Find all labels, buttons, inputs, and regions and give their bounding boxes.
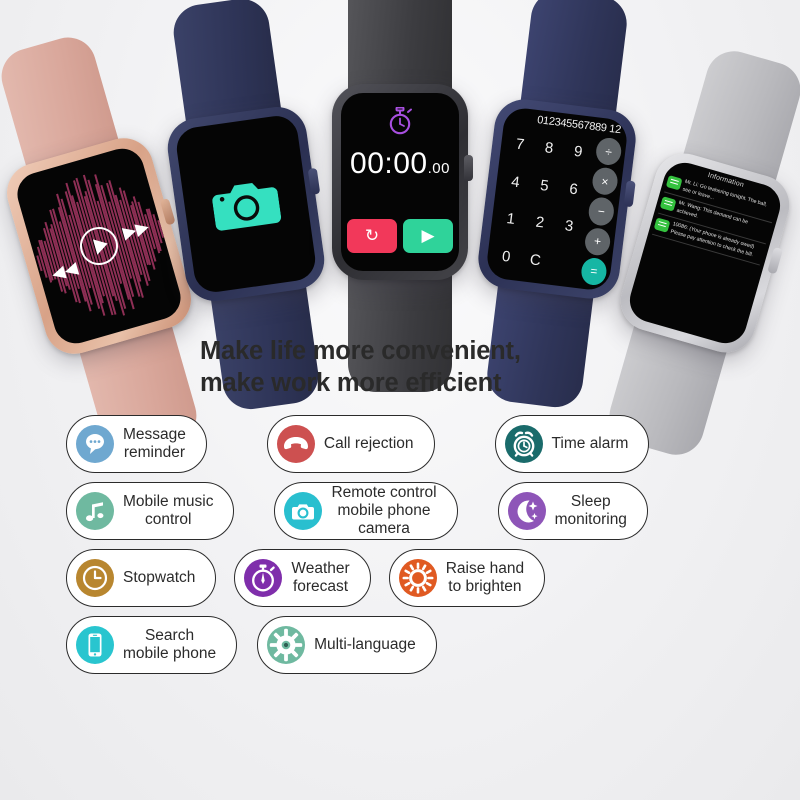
feature-label: Search mobile phone [123, 626, 217, 662]
camera-icon [284, 492, 323, 530]
calc-key-8[interactable]: 8 [532, 128, 566, 169]
calc-operator-=[interactable]: = [579, 256, 609, 287]
message-watch: Information Mr. Li: Go teahering tonight… [602, 44, 800, 462]
clock-icon [76, 559, 114, 597]
camera-icon [210, 175, 282, 234]
feature-label: Multi-language [314, 635, 416, 653]
previous-track-icon[interactable]: ◀◀ [49, 258, 79, 283]
phone-hangup-icon [276, 425, 315, 463]
feature-label: Weather forecast [291, 559, 350, 595]
brightness-sun-icon [398, 559, 437, 597]
watch-crown[interactable] [307, 168, 321, 196]
music-watch: ◀◀ ▶▶ [0, 30, 204, 462]
calc-key-0[interactable]: 0 [489, 236, 523, 277]
calc-operator-×[interactable]: × [590, 166, 620, 197]
timer-reset-button[interactable]: ↻ [347, 219, 397, 253]
calculator-keypad[interactable]: 7894561230C [489, 124, 595, 284]
page-headline: Make life more convenient, make work mor… [200, 336, 630, 400]
message-bubble-icon [659, 196, 677, 212]
moon-stars-icon [507, 492, 546, 530]
stopwatch-icon [244, 559, 283, 597]
feature-badge-remote-control-mobile-phone-camera[interactable]: Remote control mobile phone camera [274, 482, 458, 540]
feature-badge-mobile-music-control[interactable]: Mobile music control [66, 482, 235, 540]
music-note-icon [76, 492, 114, 530]
calculator-watch: 012345567889 12 7894561230C ÷ × − + = [474, 0, 640, 411]
watch-screen-messages[interactable]: Information Mr. Li: Go teahering tonight… [624, 157, 786, 349]
calc-key-C[interactable]: C [519, 240, 553, 281]
feature-label: Stopwatch [123, 568, 196, 586]
watch-crown[interactable] [767, 246, 784, 274]
calc-key-6[interactable]: 6 [557, 169, 591, 210]
watch-screen-music[interactable]: ◀◀ ▶▶ [12, 143, 186, 349]
next-track-icon[interactable]: ▶▶ [121, 217, 151, 242]
timer-watch: 00:00.00 ↻ ▶ [332, 0, 473, 392]
feature-row-3: Stopwatch Weather forecast Raise hand to b… [0, 549, 800, 607]
feature-label: Message reminder [123, 425, 186, 461]
timer-main: 00:00 [350, 147, 428, 180]
stopwatch-icon [387, 107, 413, 135]
feature-label: Mobile music control [123, 492, 214, 528]
timer-centiseconds: .00 [427, 160, 450, 177]
music-controls: ◀◀ ▶▶ [12, 143, 185, 348]
feature-badge-time-alarm[interactable]: Time alarm [494, 415, 650, 473]
message-bubble-icon [665, 175, 683, 191]
feature-label: Raise hand to brighten [445, 559, 525, 595]
headline-line-2: make work more efficient [200, 368, 502, 397]
feature-badge-weather-forecast[interactable]: Weather forecast [234, 549, 371, 607]
feature-badge-message-reminder[interactable]: Message reminder [66, 415, 207, 473]
feature-badge-call-rejection[interactable]: Call rejection [266, 415, 435, 473]
product-feature-poster: ◀◀ ▶▶ 00:00.00 ↻ ▶ 012345567889 12 7 8 9… [0, 0, 800, 800]
calc-operator-+[interactable]: + [583, 226, 612, 257]
watch-screen-camera[interactable] [174, 113, 318, 295]
feature-row-4: Search mobile phone Multi-language [0, 616, 800, 674]
feature-badge-multi-language[interactable]: Multi-language [257, 616, 437, 674]
timer-start-button[interactable]: ▶ [403, 219, 453, 253]
feature-badge-grid: Message reminder Call rejection Time alarm… [0, 415, 800, 683]
feature-row-1: Message reminder Call rejection Time alarm [0, 415, 800, 473]
headline-line-1: Make life more convenient, [200, 337, 521, 365]
feature-label: Time alarm [551, 434, 629, 452]
calc-key-1[interactable]: 1 [494, 199, 528, 240]
message-bubble-icon [76, 425, 114, 463]
calc-key-7[interactable]: 7 [503, 124, 537, 165]
gear-icon [267, 626, 306, 664]
feature-badge-raise-hand-to-brighten[interactable]: Raise hand to brighten [388, 549, 546, 607]
feature-label: Remote control mobile phone camera [331, 483, 437, 538]
calc-key-5[interactable]: 5 [528, 165, 562, 206]
calc-operator-−[interactable]: − [587, 196, 616, 227]
feature-badge-sleep-monitoring[interactable]: Sleep monitoring [497, 482, 648, 540]
alarm-clock-icon [504, 425, 543, 463]
mobile-phone-icon [76, 626, 114, 664]
feature-badge-stopwatch[interactable]: Stopwatch [66, 549, 217, 607]
feature-badge-search-mobile-phone[interactable]: Search mobile phone [66, 616, 238, 674]
play-button[interactable] [75, 222, 123, 270]
watch-screen-calculator[interactable]: 012345567889 12 7894561230C ÷ × − + = [484, 106, 630, 292]
calc-key-4[interactable]: 4 [499, 162, 533, 203]
calc-key-2[interactable]: 2 [523, 202, 557, 243]
camera-watch [163, 0, 329, 413]
timer-buttons: ↻ ▶ [347, 219, 453, 253]
watch-crown[interactable] [159, 197, 176, 226]
watch-screen-timer[interactable]: 00:00.00 ↻ ▶ [341, 93, 459, 271]
feature-label: Sleep monitoring [554, 492, 627, 528]
calc-key-9[interactable]: 9 [561, 132, 595, 173]
calc-key-3[interactable]: 3 [552, 206, 586, 247]
timer-readout: 00:00.00 [350, 147, 450, 181]
watch-crown[interactable] [623, 180, 636, 208]
feature-label: Call rejection [323, 434, 414, 452]
calc-key-blank [548, 243, 582, 284]
feature-row-2: Mobile music control Remote control mobil… [0, 482, 800, 540]
watch-crown[interactable] [464, 154, 473, 181]
calc-operator-÷[interactable]: ÷ [594, 136, 623, 167]
message-bubble-icon [653, 217, 671, 233]
